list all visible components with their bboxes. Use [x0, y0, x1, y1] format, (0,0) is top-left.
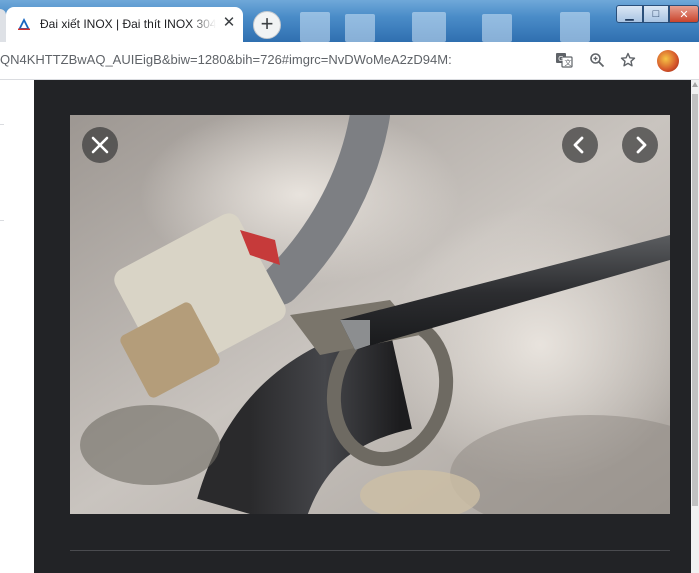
svg-text:文: 文 — [565, 58, 572, 67]
desktop-background — [345, 14, 375, 42]
close-icon — [91, 136, 109, 154]
zoom-icon[interactable] — [587, 50, 607, 70]
preview-image[interactable] — [70, 115, 670, 514]
minimize-button[interactable]: ▁ — [616, 5, 643, 23]
scroll-up-arrow-icon[interactable] — [692, 82, 698, 87]
desktop-background — [560, 12, 590, 42]
maximize-button[interactable]: □ — [643, 5, 669, 23]
search-results-page-edge — [0, 80, 34, 573]
active-tab[interactable]: Đai xiết INOX | Đai thít INOX 304 ✕ — [6, 7, 243, 42]
title-bar: Đai xiết INOX | Đai thít INOX 304 ✕ + ▁ … — [0, 0, 699, 42]
address-bar[interactable]: QN4KHTTZBwAQ_AUIEigB&biw=1280&bih=726#im… — [0, 52, 520, 67]
svg-text:G: G — [558, 56, 563, 63]
page-scrollbar[interactable] — [691, 80, 699, 573]
next-image-button[interactable] — [622, 127, 658, 163]
browser-toolbar: QN4KHTTZBwAQ_AUIEigB&biw=1280&bih=726#im… — [0, 42, 699, 80]
star-icon[interactable] — [618, 50, 638, 70]
page-divider — [0, 220, 4, 221]
translate-icon[interactable]: G 文 — [554, 50, 574, 70]
desktop-background — [482, 14, 512, 42]
chevron-right-icon — [636, 136, 647, 154]
chevron-left-icon — [573, 136, 584, 154]
close-viewer-button[interactable] — [82, 127, 118, 163]
desktop-background — [412, 12, 446, 42]
desktop-background — [300, 12, 330, 42]
previous-image-button[interactable] — [562, 127, 598, 163]
viewer-divider — [70, 550, 670, 551]
tab-close-icon[interactable]: ✕ — [221, 15, 237, 31]
window-controls: ▁ □ ✕ — [616, 5, 699, 25]
tab-title: Đai xiết INOX | Đai thít INOX 304 — [40, 17, 216, 31]
profile-avatar[interactable] — [657, 50, 679, 72]
image-viewer-panel — [34, 80, 691, 573]
page-divider — [0, 124, 4, 125]
site-favicon-icon — [16, 16, 32, 32]
close-window-button[interactable]: ✕ — [669, 5, 699, 23]
new-tab-button[interactable]: + — [253, 11, 281, 39]
scrollbar-thumb[interactable] — [692, 94, 698, 506]
